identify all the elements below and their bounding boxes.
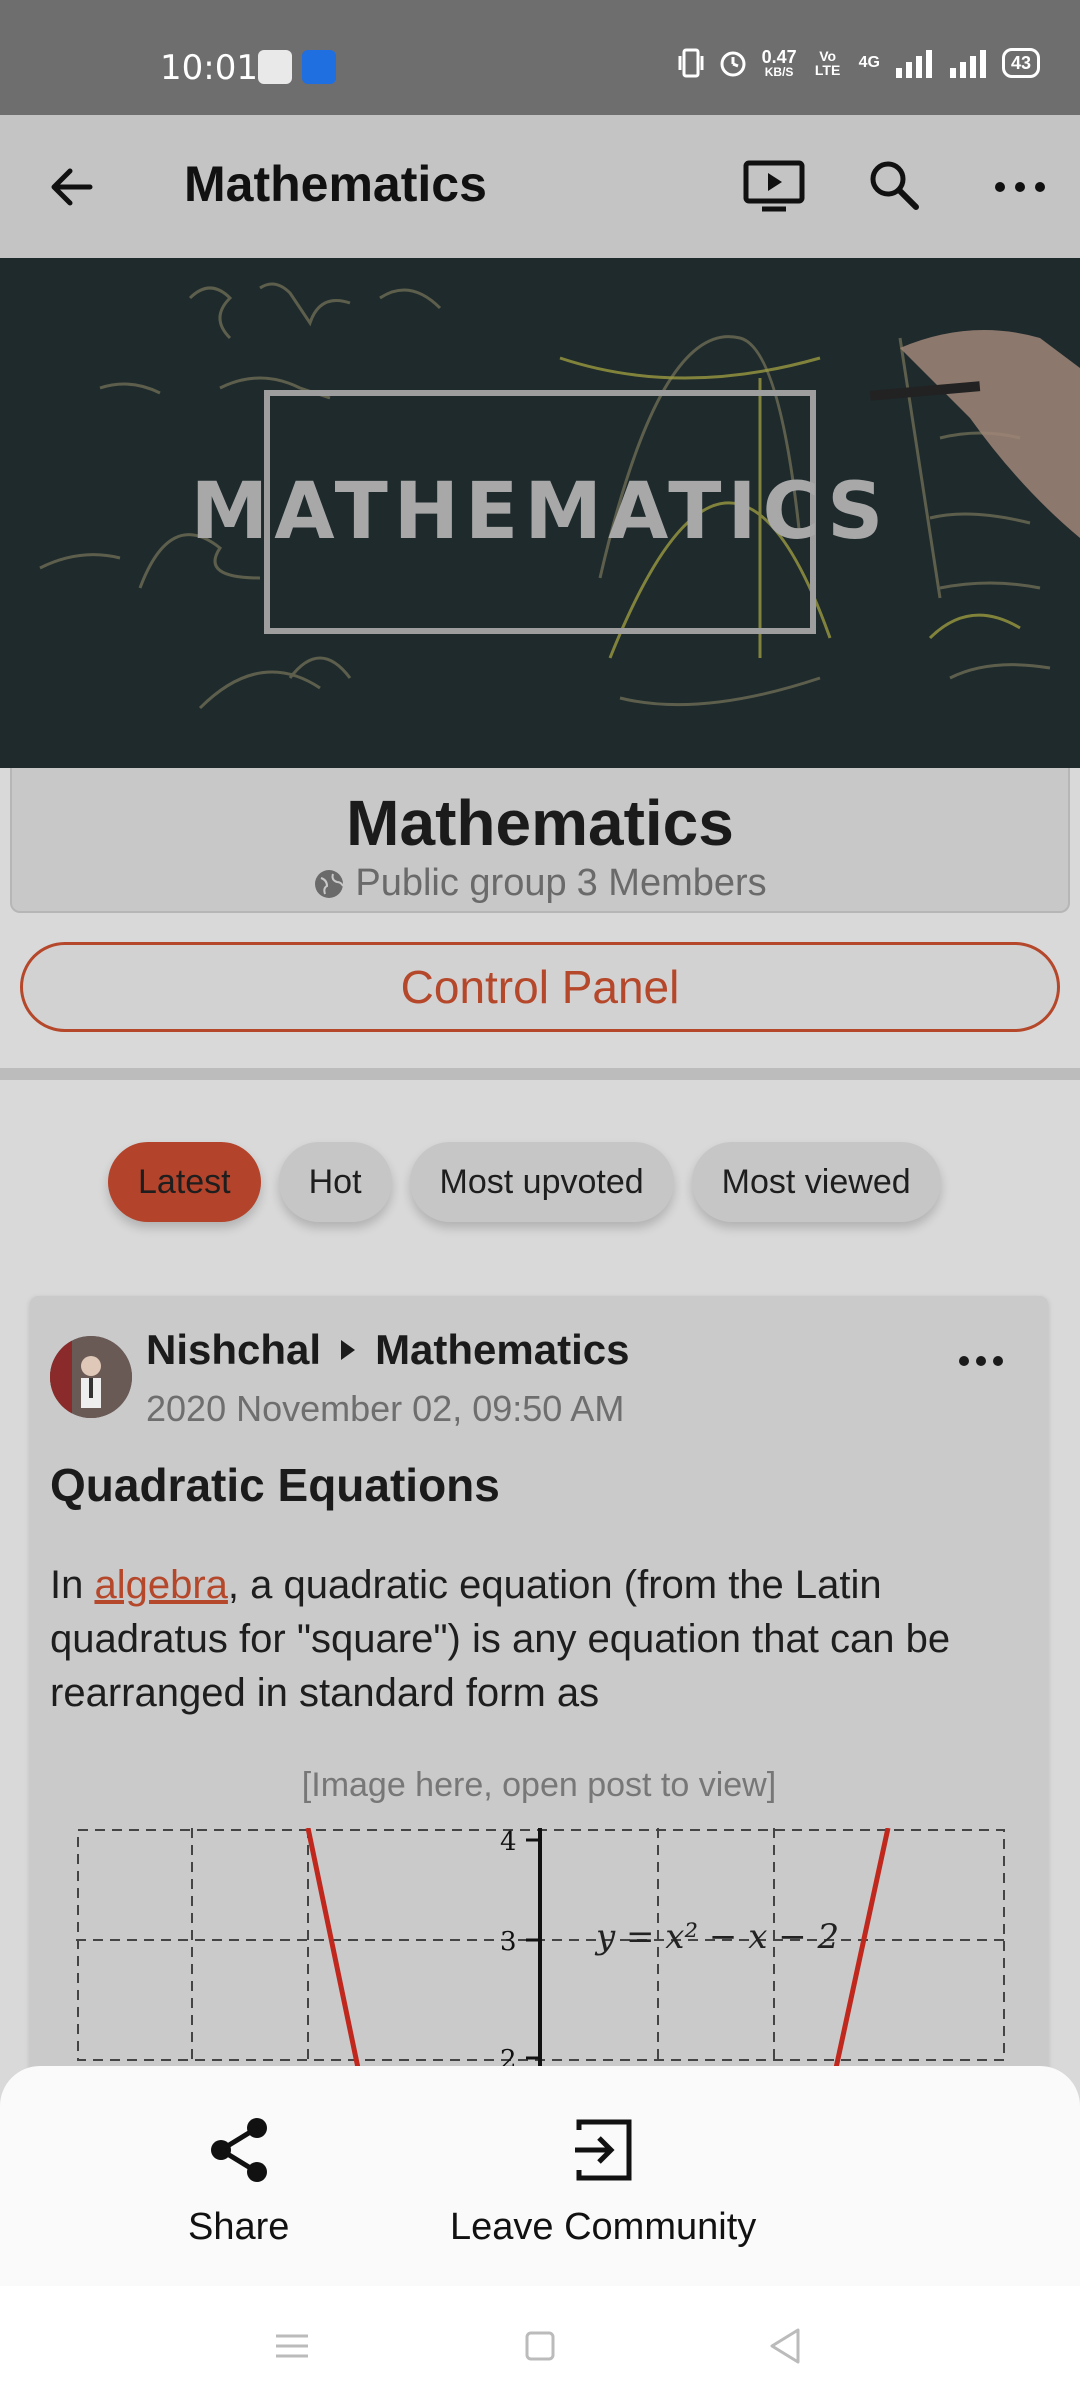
menu-icon[interactable]	[262, 2316, 322, 2376]
post-author[interactable]: Nishchal	[146, 1326, 321, 1374]
group-member-count[interactable]: 3 Members	[577, 862, 767, 905]
network-type: 4G	[858, 54, 880, 71]
group-name: Mathematics	[346, 787, 734, 859]
section-divider	[0, 1068, 1080, 1080]
notification-icons	[258, 50, 336, 84]
share-icon	[210, 2118, 267, 2182]
group-meta: Public group 3 Members	[12, 862, 1068, 905]
share-label: Share	[188, 2206, 290, 2248]
exit-icon	[575, 2119, 632, 2181]
leave-community-label: Leave Community	[450, 2206, 757, 2248]
post-body-prefix: In	[50, 1563, 95, 1607]
group-banner-image: MATHEMATICS	[0, 258, 1080, 768]
page-title: Mathematics	[184, 156, 487, 212]
post-body: In algebra, a quadratic equation (from t…	[50, 1558, 1040, 1720]
tab-most-upvoted[interactable]: Most upvoted	[409, 1142, 674, 1222]
graph-tick-3: 3	[500, 1927, 517, 1957]
tab-most-viewed[interactable]: Most viewed	[691, 1142, 941, 1222]
leave-community-button[interactable]: Leave Community	[450, 2116, 756, 2249]
algebra-link[interactable]: algebra	[94, 1563, 227, 1607]
post-title[interactable]: Quadratic Equations	[50, 1458, 500, 1512]
share-button[interactable]: Share	[188, 2116, 289, 2249]
avatar-image	[50, 1336, 132, 1418]
group-header: Mathematics Public group 3 Members	[10, 768, 1070, 913]
post-more-icon[interactable]	[956, 1346, 1006, 1376]
video-icon[interactable]	[742, 155, 806, 219]
parabola-left-branch	[305, 1828, 361, 2068]
app-bar: Mathematics	[0, 115, 1080, 258]
parabola-right-branch	[833, 1828, 891, 2068]
banner-title: MATHEMATICS	[190, 467, 890, 557]
graph-tick-4: 4	[500, 1828, 517, 1857]
tab-hot[interactable]: Hot	[278, 1142, 392, 1222]
image-placeholder-note: [Image here, open post to view]	[301, 1766, 777, 1804]
group-privacy: Public group	[355, 862, 567, 904]
post-community[interactable]: Mathematics	[375, 1326, 629, 1374]
sort-tabs: Latest Hot Most upvoted Most viewed	[108, 1142, 941, 1222]
more-options-icon[interactable]	[990, 155, 1050, 219]
teams-icon	[258, 50, 292, 84]
status-indicators: 0.47 KB/S Vo LTE 4G 43	[678, 46, 1040, 80]
back-arrow-icon[interactable]	[40, 155, 104, 219]
signal-icon-2	[949, 50, 986, 78]
signal-icon	[895, 50, 932, 78]
quadratic-graph: 4 3 2 y = x² − x − 2	[76, 1828, 1006, 2068]
vibrate-icon	[678, 48, 704, 78]
volte-label: Vo LTE	[814, 48, 841, 78]
post-card[interactable]: Nishchal Mathematics 2020 November 02, 0…	[30, 1296, 1048, 2096]
back-nav-icon[interactable]	[756, 2316, 816, 2376]
control-panel-button[interactable]: Control Panel	[20, 942, 1060, 1032]
alarm-icon	[720, 51, 746, 77]
banner-title-box: MATHEMATICS	[191, 390, 883, 634]
status-time: 10:01	[160, 48, 258, 88]
post-author-line: Nishchal Mathematics	[146, 1326, 629, 1374]
caret-right-icon	[341, 1340, 356, 1360]
search-icon[interactable]	[862, 153, 926, 217]
post-date: 2020 November 02, 09:50 AM	[146, 1388, 625, 1429]
battery-indicator: 43	[1001, 48, 1040, 78]
bottom-sheet: Share Leave Community	[0, 2066, 1080, 2286]
graph-tick-2: 2	[500, 2045, 517, 2068]
system-nav-bar	[0, 2286, 1080, 2400]
home-icon[interactable]	[510, 2316, 570, 2376]
avatar[interactable]	[50, 1336, 132, 1418]
network-speed: 0.47 KB/S	[762, 48, 797, 78]
graph-equation: y = x² − x − 2	[594, 1917, 839, 1957]
status-bar: 10:01 0.47 KB/S Vo LTE 4G 43	[0, 0, 1080, 115]
speed-unit: KB/S	[764, 65, 794, 79]
tab-latest[interactable]: Latest	[108, 1142, 261, 1222]
speed-value: 0.47	[761, 47, 797, 67]
globe-icon	[315, 869, 345, 898]
android-icon	[302, 50, 336, 84]
